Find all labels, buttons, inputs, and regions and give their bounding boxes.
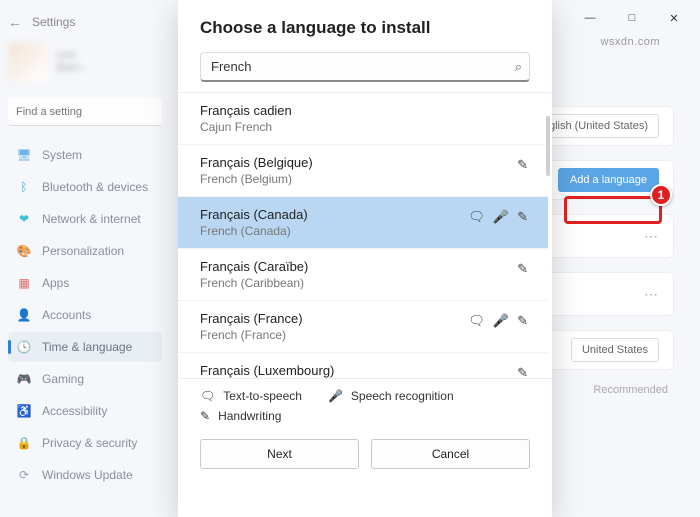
account-header[interactable]: User @gm... bbox=[8, 42, 162, 82]
add-language-button[interactable]: Add a language bbox=[558, 168, 659, 192]
hand-icon: ✎ bbox=[517, 313, 528, 329]
nav-icon: ⟳ bbox=[16, 467, 32, 483]
mic-icon: 🎤 bbox=[493, 209, 509, 225]
back-icon: ← bbox=[8, 14, 22, 30]
tts-icon: 🗨 bbox=[468, 313, 485, 329]
sidebar: ← Settings User @gm... 🖥 System ᛒ Bluetooth… bbox=[0, 0, 170, 517]
sidebar-item-gaming[interactable]: 🎮 Gaming bbox=[8, 364, 162, 394]
sidebar-item-accessibility[interactable]: ♿ Accessibility bbox=[8, 396, 162, 426]
sidebar-item-time-language[interactable]: 🕓 Time & language bbox=[8, 332, 162, 362]
nav-icon: ♿ bbox=[16, 403, 32, 419]
language-native: Français (Luxembourg) bbox=[200, 363, 526, 378]
nav-icon: ᛒ bbox=[16, 179, 32, 195]
feature-icons: ✎ bbox=[517, 365, 528, 378]
nav-label: Windows Update bbox=[42, 468, 133, 482]
language-option[interactable]: Français (Belgique) French (Belgium)✎ bbox=[178, 145, 548, 197]
hand-icon: ✎ bbox=[517, 261, 528, 277]
hand-icon: ✎ bbox=[517, 157, 528, 173]
handwriting-label: Handwriting bbox=[218, 409, 281, 423]
sidebar-item-bluetooth-devices[interactable]: ᛒ Bluetooth & devices bbox=[8, 172, 162, 202]
settings-window: — □ ✕ wsxdn.com ← Settings User @gm... 🖥… bbox=[0, 0, 700, 517]
language-option[interactable]: Français (Canada)French (Canada)🗨🎤✎ bbox=[178, 197, 548, 249]
more-icon[interactable]: ⋯ bbox=[644, 228, 659, 245]
language-option[interactable]: Français (Luxembourg)✎ bbox=[178, 353, 548, 378]
nav-label: Network & internet bbox=[42, 212, 141, 226]
nav-label: Personalization bbox=[42, 244, 124, 258]
nav-icon: 🎮 bbox=[16, 371, 32, 387]
search-icon: ⌕ bbox=[515, 59, 522, 75]
country-dropdown[interactable]: United States bbox=[571, 338, 659, 362]
sidebar-item-privacy-security[interactable]: 🔒 Privacy & security bbox=[8, 428, 162, 458]
mic-icon: 🎤 bbox=[493, 313, 509, 329]
handwriting-icon: ✎ bbox=[200, 409, 210, 423]
language-english: Cajun French bbox=[200, 120, 526, 134]
callout-1-box bbox=[564, 196, 662, 224]
feature-icons: 🗨 🎤 ✎ bbox=[468, 313, 528, 329]
speech-label: Speech recognition bbox=[351, 389, 454, 403]
tts-icon: 🗨 bbox=[468, 209, 485, 225]
language-english: French (Canada) bbox=[200, 224, 526, 238]
feature-icons: ✎ bbox=[517, 157, 528, 173]
nav-label: Accessibility bbox=[42, 404, 107, 418]
cancel-button[interactable]: Cancel bbox=[371, 439, 530, 469]
sidebar-item-system[interactable]: 🖥 System bbox=[8, 140, 162, 170]
find-setting-input[interactable] bbox=[8, 98, 162, 126]
nav-label: Apps bbox=[42, 276, 69, 290]
language-native: Français (Belgique) bbox=[200, 155, 526, 170]
nav-label: Bluetooth & devices bbox=[42, 180, 148, 194]
feature-icons: 🗨 🎤 ✎ bbox=[468, 209, 528, 225]
account-text: User @gm... bbox=[56, 50, 88, 74]
back-row[interactable]: ← Settings bbox=[8, 14, 162, 30]
sidebar-item-apps[interactable]: ▦ Apps bbox=[8, 268, 162, 298]
language-search-input[interactable] bbox=[200, 52, 530, 82]
callout-1-badge: 1 bbox=[650, 184, 672, 206]
install-language-dialog: Choose a language to install ⌕ Français … bbox=[178, 0, 552, 517]
nav-icon: 🔒 bbox=[16, 435, 32, 451]
nav-list: 🖥 System ᛒ Bluetooth & devices ❤ Network & in… bbox=[8, 140, 162, 490]
dialog-buttons: Next Cancel bbox=[178, 429, 552, 485]
nav-icon: 👤 bbox=[16, 307, 32, 323]
nav-label: Privacy & security bbox=[42, 436, 137, 450]
nav-icon: 🖥 bbox=[16, 147, 32, 163]
language-option[interactable]: Français (France)French (France)🗨🎤✎ bbox=[178, 301, 548, 353]
nav-label: System bbox=[42, 148, 82, 162]
more-icon[interactable]: ⋯ bbox=[644, 286, 659, 303]
feature-legend: 🗨 Text-to-speech 🎤 Speech recognition ✎ Han… bbox=[178, 378, 552, 429]
nav-label: Gaming bbox=[42, 372, 84, 386]
dialog-title: Choose a language to install bbox=[200, 18, 530, 38]
next-button[interactable]: Next bbox=[200, 439, 359, 469]
nav-icon: ▦ bbox=[16, 275, 32, 291]
tts-icon: 🗨 bbox=[200, 389, 215, 403]
tts-label: Text-to-speech bbox=[223, 389, 302, 403]
nav-label: Time & language bbox=[42, 340, 132, 354]
language-native: Français (Caraïbe) bbox=[200, 259, 526, 274]
language-native: Français cadien bbox=[200, 103, 526, 118]
sidebar-item-accounts[interactable]: 👤 Accounts bbox=[8, 300, 162, 330]
hand-icon: ✎ bbox=[517, 365, 528, 378]
sidebar-item-network-internet[interactable]: ❤ Network & internet bbox=[8, 204, 162, 234]
sidebar-item-windows-update[interactable]: ⟳ Windows Update bbox=[8, 460, 162, 490]
nav-label: Accounts bbox=[42, 308, 91, 322]
feature-icons: ✎ bbox=[517, 261, 528, 277]
language-english: French (France) bbox=[200, 328, 526, 342]
language-english: French (Caribbean) bbox=[200, 276, 526, 290]
nav-icon: 🕓 bbox=[16, 339, 32, 355]
nav-icon: 🎨 bbox=[16, 243, 32, 259]
language-option[interactable]: Français (Caraïbe) French (Caribbean)✎ bbox=[178, 249, 548, 301]
sidebar-item-personalization[interactable]: 🎨 Personalization bbox=[8, 236, 162, 266]
language-english: French (Belgium) bbox=[200, 172, 526, 186]
language-option[interactable]: Français cadien Cajun French bbox=[178, 93, 548, 145]
nav-icon: ❤ bbox=[16, 211, 32, 227]
mic-icon: 🎤 bbox=[328, 389, 343, 403]
avatar bbox=[8, 42, 48, 82]
settings-label: Settings bbox=[32, 15, 75, 29]
hand-icon: ✎ bbox=[517, 209, 528, 225]
language-list[interactable]: Français cadien Cajun French Français (Bel… bbox=[178, 92, 552, 378]
